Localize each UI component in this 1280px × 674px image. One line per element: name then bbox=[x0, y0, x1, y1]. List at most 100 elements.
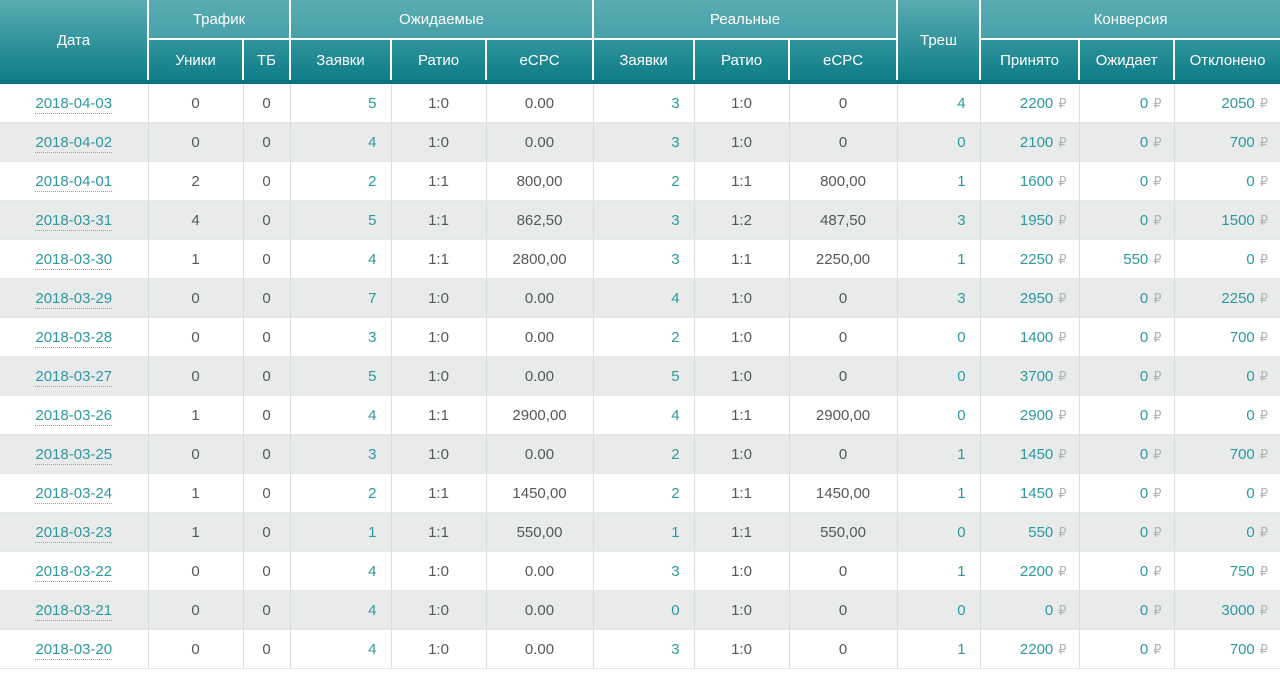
pending-cell: 0 ₽ bbox=[1079, 395, 1175, 435]
real-ratio-cell: 1:0 bbox=[694, 82, 790, 123]
date-link[interactable]: 2018-03-28 bbox=[35, 328, 113, 348]
ruble-sign: ₽ bbox=[1153, 330, 1162, 346]
uniques-cell: 0 bbox=[148, 122, 244, 162]
date-link[interactable]: 2018-03-24 bbox=[35, 484, 113, 504]
date-cell: 2018-03-25 bbox=[0, 434, 149, 474]
amount-value: 0 bbox=[1139, 172, 1149, 190]
amount-value: 0 bbox=[1246, 172, 1255, 190]
tb-cell: 0 bbox=[243, 356, 291, 396]
expected-ratio-cell: 1:0 bbox=[391, 551, 487, 591]
real-leads-cell: 2 bbox=[593, 434, 695, 474]
date-link[interactable]: 2018-03-27 bbox=[35, 367, 113, 387]
table-row: 2018-03-29 0 0 7 1:0 0.00 4 1:0 0 3 2950 ₽0 ₽2250 ₽ bbox=[0, 278, 1280, 318]
date-cell: 2018-04-03 bbox=[0, 82, 149, 123]
real-leads-cell: 3 bbox=[593, 82, 695, 123]
col-header-expected-leads: Заявки bbox=[290, 39, 393, 84]
col-header-accepted: Принято bbox=[980, 39, 1081, 84]
uniques-cell: 1 bbox=[148, 395, 244, 435]
pending-cell: 0 ₽ bbox=[1079, 278, 1175, 318]
tb-cell: 0 bbox=[243, 629, 291, 669]
tb-cell: 0 bbox=[243, 200, 291, 240]
group-header-traffic: Трафик bbox=[148, 0, 292, 40]
accepted-cell: 550 ₽ bbox=[980, 512, 1080, 552]
pending-cell: 0 ₽ bbox=[1079, 161, 1175, 201]
ruble-sign: ₽ bbox=[1153, 96, 1162, 112]
real-leads-cell: 0 bbox=[593, 590, 695, 630]
amount-value: 2900 bbox=[1019, 406, 1054, 424]
tb-cell: 0 bbox=[243, 473, 291, 513]
date-cell: 2018-03-24 bbox=[0, 473, 149, 513]
expected-leads-cell: 4 bbox=[290, 629, 392, 669]
rejected-cell: 0 ₽ bbox=[1174, 395, 1280, 435]
amount-value: 1500 bbox=[1221, 211, 1255, 229]
amount-value: 0 bbox=[1139, 601, 1149, 619]
ruble-sign: ₽ bbox=[1153, 135, 1162, 151]
real-leads-cell: 2 bbox=[593, 473, 695, 513]
amount-value: 1450 bbox=[1019, 445, 1054, 463]
rejected-cell: 0 ₽ bbox=[1174, 356, 1280, 396]
tb-cell: 0 bbox=[243, 82, 291, 123]
ruble-sign: ₽ bbox=[1058, 486, 1067, 502]
expected-leads-cell: 2 bbox=[290, 161, 392, 201]
real-leads-cell: 3 bbox=[593, 551, 695, 591]
date-link[interactable]: 2018-04-02 bbox=[35, 133, 113, 153]
date-cell: 2018-03-29 bbox=[0, 278, 149, 318]
ruble-sign: ₽ bbox=[1058, 603, 1067, 619]
amount-value: 550 bbox=[1028, 523, 1054, 541]
amount-value: 0 bbox=[1139, 562, 1149, 580]
date-link[interactable]: 2018-03-23 bbox=[35, 523, 113, 543]
date-cell: 2018-03-23 bbox=[0, 512, 149, 552]
expected-ratio-cell: 1:0 bbox=[391, 122, 487, 162]
table-row: 2018-03-27 0 0 5 1:0 0.00 5 1:0 0 0 3700 ₽0 ₽0 ₽ bbox=[0, 356, 1280, 396]
ruble-sign: ₽ bbox=[1259, 213, 1269, 229]
ruble-sign: ₽ bbox=[1153, 486, 1162, 502]
expected-ecpc-cell: 862,50 bbox=[486, 200, 594, 240]
uniques-cell: 4 bbox=[148, 200, 244, 240]
date-link[interactable]: 2018-03-21 bbox=[35, 601, 113, 621]
date-cell: 2018-04-02 bbox=[0, 122, 149, 162]
amount-value: 0 bbox=[1139, 406, 1149, 424]
real-leads-cell: 4 bbox=[593, 395, 695, 435]
ruble-sign: ₽ bbox=[1058, 642, 1067, 658]
date-link[interactable]: 2018-03-26 bbox=[35, 406, 113, 426]
expected-ecpc-cell: 800,00 bbox=[486, 161, 594, 201]
real-ecpc-cell: 1450,00 bbox=[789, 473, 898, 513]
tb-cell: 0 bbox=[243, 161, 291, 201]
date-link[interactable]: 2018-03-31 bbox=[35, 211, 113, 231]
pending-cell: 0 ₽ bbox=[1079, 122, 1175, 162]
amount-value: 750 bbox=[1229, 562, 1255, 580]
trash-cell: 0 bbox=[897, 590, 981, 630]
date-link[interactable]: 2018-03-25 bbox=[35, 445, 113, 465]
ruble-sign: ₽ bbox=[1058, 369, 1067, 385]
trash-cell: 1 bbox=[897, 551, 981, 591]
amount-value: 0 bbox=[1139, 211, 1149, 229]
date-link[interactable]: 2018-03-22 bbox=[35, 562, 113, 582]
date-link[interactable]: 2018-04-03 bbox=[35, 94, 113, 114]
amount-value: 2250 bbox=[1019, 250, 1054, 268]
accepted-cell: 1600 ₽ bbox=[980, 161, 1080, 201]
date-link[interactable]: 2018-03-29 bbox=[35, 289, 113, 309]
expected-leads-cell: 4 bbox=[290, 395, 392, 435]
ruble-sign: ₽ bbox=[1259, 447, 1269, 463]
amount-value: 700 bbox=[1229, 640, 1255, 658]
amount-value: 0 bbox=[1246, 523, 1255, 541]
real-ratio-cell: 1:2 bbox=[694, 200, 790, 240]
amount-value: 1600 bbox=[1019, 172, 1054, 190]
expected-leads-cell: 4 bbox=[290, 122, 392, 162]
ruble-sign: ₽ bbox=[1259, 252, 1269, 268]
col-header-real-ratio: Ратио bbox=[694, 39, 791, 84]
date-link[interactable]: 2018-04-01 bbox=[35, 172, 113, 192]
tb-cell: 0 bbox=[243, 512, 291, 552]
table-row: 2018-03-21 0 0 4 1:0 0.00 0 1:0 0 0 0 ₽0 ₽3000 ₽ bbox=[0, 590, 1280, 630]
expected-ratio-cell: 1:0 bbox=[391, 278, 487, 318]
date-link[interactable]: 2018-03-20 bbox=[35, 640, 113, 660]
expected-leads-cell: 5 bbox=[290, 356, 392, 396]
trash-cell: 0 bbox=[897, 512, 981, 552]
ruble-sign: ₽ bbox=[1153, 642, 1162, 658]
accepted-cell: 2950 ₽ bbox=[980, 278, 1080, 318]
uniques-cell: 0 bbox=[148, 356, 244, 396]
expected-leads-cell: 2 bbox=[290, 473, 392, 513]
date-link[interactable]: 2018-03-30 bbox=[35, 250, 113, 270]
expected-ratio-cell: 1:1 bbox=[391, 395, 487, 435]
statistics-table: Дата Трафик Ожидаемые Реальные Треш Конв… bbox=[0, 0, 1280, 669]
